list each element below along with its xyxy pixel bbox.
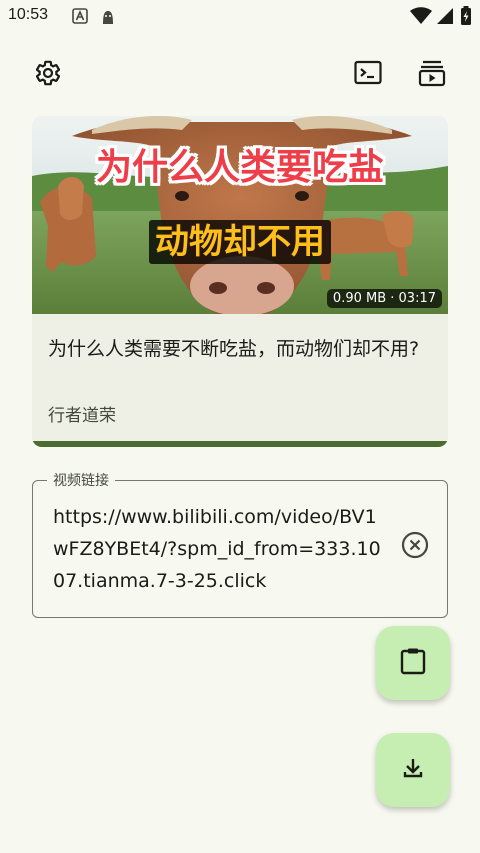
status-time: 10:53 <box>8 6 49 23</box>
android-bot-icon <box>100 8 116 30</box>
video-url-input[interactable]: https://www.bilibili.com/video/BV1wFZ8YB… <box>53 501 383 597</box>
signal-icon <box>436 7 454 29</box>
gear-icon <box>34 59 62 91</box>
thumbnail-caption-bottom: 动物却不用 <box>32 214 448 264</box>
clear-url-button[interactable] <box>397 529 433 565</box>
download-icon <box>401 756 425 784</box>
terminal-button[interactable] <box>346 53 390 97</box>
video-title: 为什么人类需要不断吃盐，而动物们却不用? <box>48 338 420 360</box>
a-notification-icon <box>72 8 88 28</box>
video-url-field[interactable]: 视频链接 https://www.bilibili.com/video/BV1w… <box>32 470 448 618</box>
thumbnail-caption-top: 为什么人类要吃盐 <box>95 147 384 188</box>
subscriptions-icon <box>418 59 446 91</box>
clear-circle-icon <box>401 531 429 563</box>
playlist-button[interactable] <box>410 53 454 97</box>
download-progress-bar <box>32 441 448 447</box>
settings-button[interactable] <box>26 53 70 97</box>
video-meta-badge: 0.90 MB · 03:17 <box>326 289 442 308</box>
wifi-icon <box>410 7 432 29</box>
terminal-icon <box>354 60 382 90</box>
paste-button[interactable] <box>376 626 450 700</box>
video-author: 行者道荣 <box>48 406 116 426</box>
video-url-label: 视频链接 <box>47 470 115 490</box>
thumbnail-caption-bottom-text: 动物却不用 <box>149 220 331 264</box>
battery-icon <box>460 6 472 30</box>
video-card[interactable]: 为什么人类要吃盐 动物却不用 0.90 MB · 03:17 为什么人类需要不断… <box>32 116 448 447</box>
download-button[interactable] <box>376 733 450 807</box>
clipboard-icon <box>400 647 426 679</box>
download-progress-fill <box>32 441 448 447</box>
video-thumbnail[interactable]: 为什么人类要吃盐 动物却不用 0.90 MB · 03:17 <box>32 116 448 314</box>
status-bar: 10:53 <box>0 0 480 34</box>
